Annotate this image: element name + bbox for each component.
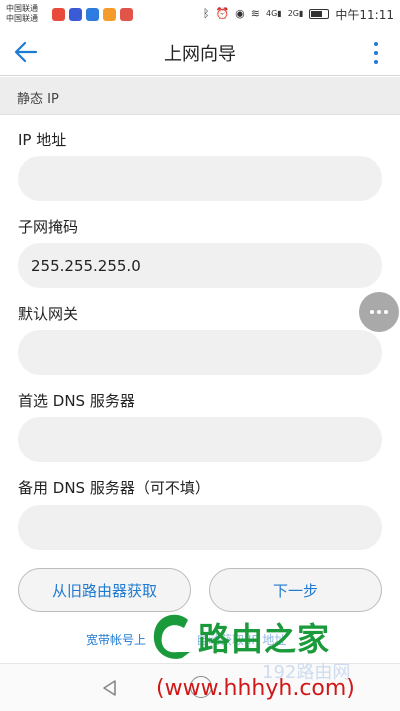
- section-header: 静态 IP: [0, 77, 400, 115]
- more-options-button[interactable]: [372, 42, 380, 64]
- status-time: 中午11:11: [335, 7, 394, 22]
- weibo-icon: [52, 7, 65, 21]
- nav-back-icon[interactable]: [100, 678, 120, 698]
- secondary-dns-input[interactable]: [18, 505, 382, 550]
- floating-assist-button[interactable]: [359, 292, 399, 332]
- fetch-from-old-router-button[interactable]: 从旧路由器获取: [18, 568, 191, 612]
- app-bar: 上网向导: [0, 28, 400, 76]
- carrier-info: 中国联通 中国联通: [6, 4, 50, 24]
- network-type-label: 4G: [266, 9, 278, 18]
- ip-address-label: IP 地址: [18, 131, 67, 149]
- status-bar: 中国联通 中国联通 ᛒ ⏰ ◉ ≋ 4G▮ 2G▮ 中午11:11: [0, 0, 400, 28]
- broadband-account-link[interactable]: 宽带帐号上: [86, 631, 146, 648]
- eye-icon: ◉: [235, 7, 245, 20]
- signal-icon: 4G▮: [266, 9, 282, 18]
- subnet-mask-label: 子网掩码: [18, 218, 79, 236]
- default-gateway-label: 默认网关: [18, 305, 79, 323]
- ip-address-input[interactable]: [18, 156, 382, 201]
- default-gateway-input[interactable]: [18, 330, 382, 375]
- network-type-label: 2G: [287, 9, 299, 18]
- watermark-title: 路由之家: [198, 620, 331, 658]
- bluetooth-icon: ᛒ: [202, 7, 210, 20]
- subnet-mask-input[interactable]: [18, 243, 382, 288]
- baidu-icon: [86, 7, 99, 21]
- next-step-button[interactable]: 下一步: [209, 568, 382, 612]
- page-title: 上网向导: [164, 44, 236, 65]
- carrier-label: 中国联通: [6, 4, 38, 13]
- carrier-label: 中国联通: [6, 14, 38, 23]
- wifi-icon: ≋: [250, 7, 260, 20]
- app-icon: [103, 7, 116, 21]
- watermark-logo-icon: [153, 614, 190, 659]
- secondary-dns-label: 备用 DNS 服务器（可不填）: [18, 479, 210, 497]
- notification-icons: [52, 7, 133, 21]
- more-vertical-icon: [374, 42, 378, 46]
- video-icon: [69, 7, 82, 21]
- watermark-url: (www.hhhyh.com): [156, 676, 355, 701]
- primary-dns-label: 首选 DNS 服务器: [18, 392, 135, 410]
- status-indicators: ᛒ ⏰ ◉ ≋ 4G▮ 2G▮ 中午11:11: [203, 6, 394, 23]
- signal-icon: 2G▮: [287, 9, 304, 18]
- battery-icon: [309, 9, 330, 19]
- message-icon: [120, 7, 133, 21]
- alarm-icon: ⏰: [215, 7, 230, 20]
- more-horizontal-icon: [370, 310, 374, 314]
- section-title: 静态 IP: [17, 92, 59, 107]
- primary-dns-input[interactable]: [18, 417, 382, 462]
